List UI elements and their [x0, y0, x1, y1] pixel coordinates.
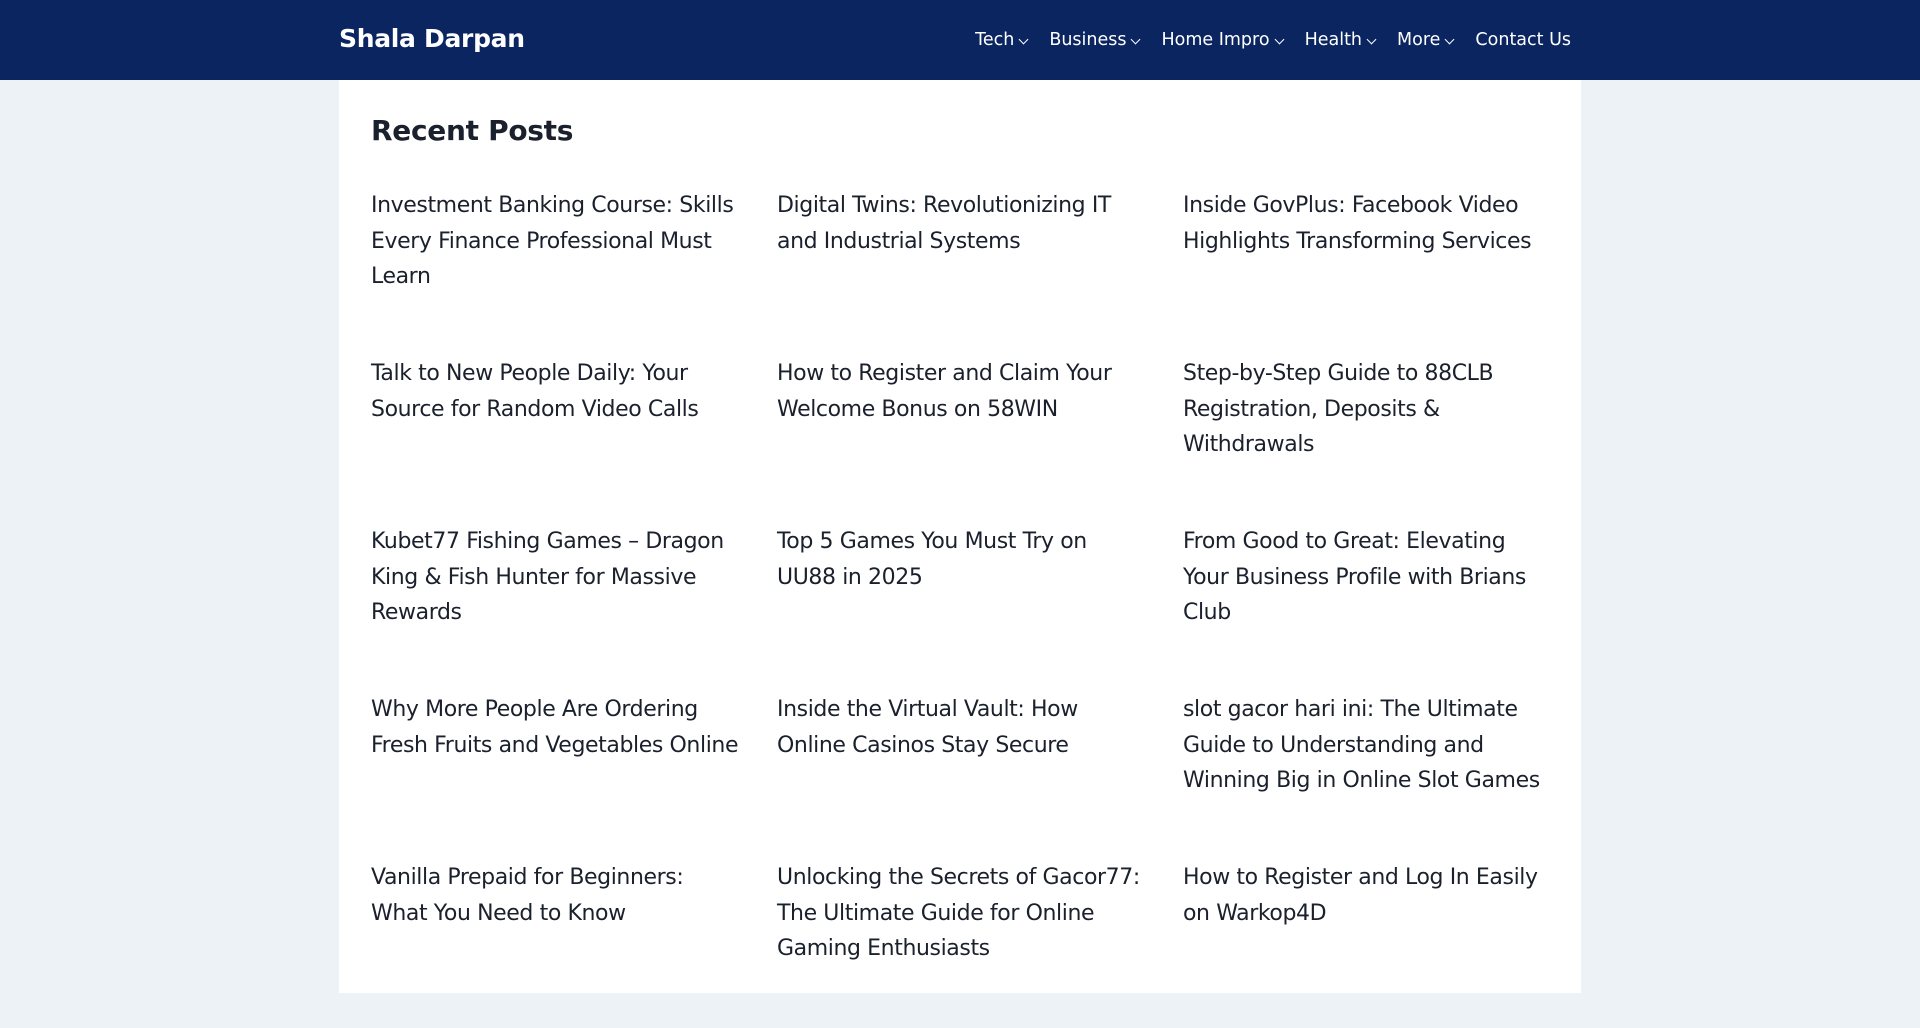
- post-link[interactable]: Step-by-Step Guide to 88CLB Registration…: [1183, 356, 1555, 524]
- post-link[interactable]: Unlocking the Secrets of Gacor77: The Ul…: [777, 860, 1149, 1028]
- post-link[interactable]: Talk to New People Daily: Your Source fo…: [371, 356, 743, 524]
- nav-item-health[interactable]: Health: [1304, 28, 1377, 52]
- content-card: Recent Posts Investment Banking Course: …: [339, 80, 1581, 993]
- post-link[interactable]: Investment Banking Course: Skills Every …: [371, 188, 743, 356]
- site-header: Shala Darpan Tech Business Home Impro He…: [0, 0, 1920, 80]
- nav-item-label: Contact Us: [1475, 30, 1571, 50]
- nav-item-business[interactable]: Business: [1049, 28, 1141, 52]
- nav-item-more[interactable]: More: [1397, 28, 1455, 52]
- nav-item-label: More: [1397, 30, 1441, 50]
- chevron-down-icon: [1274, 34, 1285, 44]
- nav-item-label: Business: [1049, 30, 1127, 50]
- chevron-down-icon: [1018, 34, 1029, 44]
- post-link[interactable]: From Good to Great: Elevating Your Busin…: [1183, 524, 1555, 692]
- post-link[interactable]: Top 5 Games You Must Try on UU88 in 2025: [777, 524, 1149, 692]
- post-link[interactable]: Vanilla Prepaid for Beginners: What You …: [371, 860, 743, 1028]
- main-nav: Tech Business Home Impro Health More Con…: [975, 0, 1571, 80]
- post-link[interactable]: Inside GovPlus: Facebook Video Highlight…: [1183, 188, 1555, 356]
- chevron-down-icon: [1131, 34, 1141, 44]
- nav-item-home-impro[interactable]: Home Impro: [1161, 28, 1285, 52]
- nav-item-label: Home Impro: [1161, 30, 1270, 50]
- nav-item-contact-us[interactable]: Contact Us: [1475, 28, 1571, 52]
- nav-item-label: Health: [1304, 30, 1363, 50]
- chevron-down-icon: [1366, 34, 1377, 44]
- site-title-link[interactable]: Shala Darpan: [339, 22, 525, 56]
- chevron-down-icon: [1444, 34, 1455, 44]
- section-title: Recent Posts: [371, 114, 574, 147]
- post-link[interactable]: How to Register and Log In Easily on War…: [1183, 860, 1555, 1028]
- post-link[interactable]: Inside the Virtual Vault: How Online Cas…: [777, 692, 1149, 860]
- posts-grid: Investment Banking Course: Skills Every …: [371, 188, 1549, 1028]
- post-link[interactable]: slot gacor hari ini: The Ultimate Guide …: [1183, 692, 1555, 860]
- post-link[interactable]: Why More People Are Ordering Fresh Fruit…: [371, 692, 743, 860]
- nav-item-tech[interactable]: Tech: [975, 28, 1029, 52]
- nav-item-label: Tech: [975, 30, 1015, 50]
- post-link[interactable]: How to Register and Claim Your Welcome B…: [777, 356, 1149, 524]
- post-link[interactable]: Kubet77 Fishing Games – Dragon King & Fi…: [371, 524, 743, 692]
- post-link[interactable]: Digital Twins: Revolutionizing IT and In…: [777, 188, 1149, 356]
